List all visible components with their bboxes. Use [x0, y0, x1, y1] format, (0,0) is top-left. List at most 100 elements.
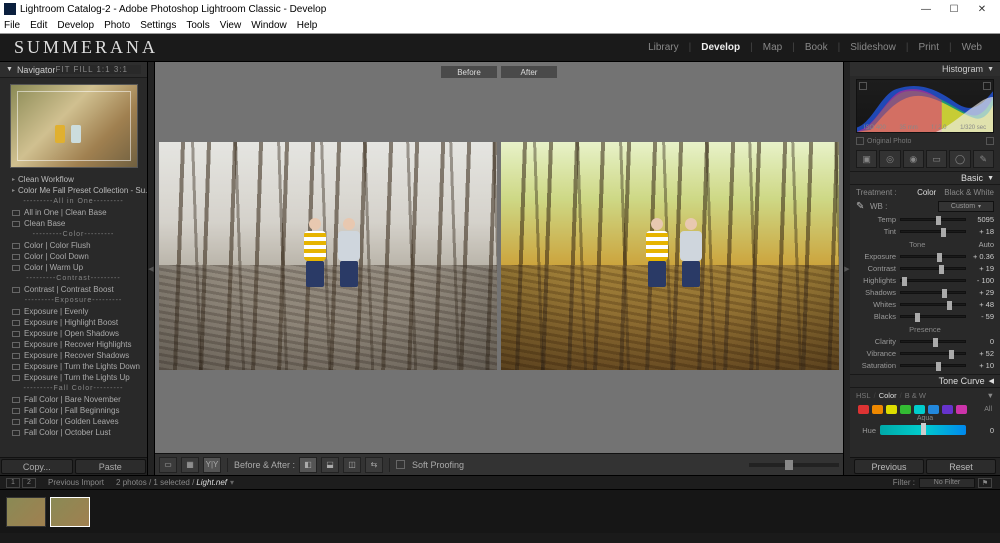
menu-view[interactable]: View [220, 20, 242, 31]
hsl-color-swatch[interactable] [928, 405, 939, 414]
preset-item[interactable]: Exposure | Turn the Lights Down [0, 361, 147, 372]
contrast-slider[interactable]: Contrast+ 19 [850, 262, 1000, 274]
shadows-slider[interactable]: Shadows+ 29 [850, 286, 1000, 298]
redeye-tool-button[interactable]: ◉ [903, 150, 924, 168]
hsl-color-swatch[interactable] [942, 405, 953, 414]
wb-eyedropper-icon[interactable]: ✎ [856, 201, 866, 212]
menu-edit[interactable]: Edit [30, 20, 47, 31]
histogram-display[interactable]: ISO 40035 mm f / 2.01/320 sec [856, 79, 994, 133]
hsl-tab-bw[interactable]: B & W [905, 391, 926, 403]
filmstrip-thumbnail-selected[interactable] [50, 497, 90, 527]
preset-item[interactable]: Exposure | Evenly [0, 306, 147, 317]
preset-item[interactable]: Fall Color | Bare November [0, 394, 147, 405]
loupe-view-button[interactable]: ▭ [159, 457, 177, 473]
menu-help[interactable]: Help [297, 20, 318, 31]
preset-item[interactable]: Fall Color | Golden Leaves [0, 416, 147, 427]
preset-folder[interactable]: ▸Color Me Fall Preset Collection - Su... [0, 185, 147, 196]
original-photo-checkbox[interactable] [856, 137, 864, 145]
hsl-color-swatch[interactable] [900, 405, 911, 414]
tint-slider[interactable]: Tint+ 18 [850, 225, 1000, 237]
module-slideshow[interactable]: Slideshow [846, 42, 900, 53]
after-photo[interactable] [501, 142, 839, 370]
module-print[interactable]: Print [914, 42, 943, 53]
hsl-color-swatch[interactable] [956, 405, 967, 414]
clarity-slider[interactable]: Clarity0 [850, 335, 1000, 347]
ba-split-button[interactable]: ◫ [343, 457, 361, 473]
module-map[interactable]: Map [759, 42, 786, 53]
hsl-color-swatch[interactable] [858, 405, 869, 414]
histogram-header[interactable]: Histogram ▼ [850, 62, 1000, 76]
hsl-tab-hsl[interactable]: HSL [856, 391, 871, 403]
hue-slider[interactable] [880, 425, 966, 435]
preset-item[interactable]: Exposure | Turn the Lights Up [0, 372, 147, 383]
preset-item[interactable]: Color | Warm Up [0, 262, 147, 273]
treatment-bw[interactable]: Black & White [944, 188, 994, 197]
source-label[interactable]: Previous Import [48, 478, 104, 487]
copy-button[interactable]: Copy... [1, 459, 73, 474]
menu-develop[interactable]: Develop [57, 20, 94, 31]
preset-item[interactable]: Contrast | Contrast Boost [0, 284, 147, 295]
saturation-slider[interactable]: Saturation+ 10 [850, 359, 1000, 371]
previous-button[interactable]: Previous [854, 459, 924, 474]
reset-button[interactable]: Reset [926, 459, 996, 474]
filmstrip[interactable] [0, 489, 1000, 533]
wb-dropdown[interactable]: Custom ▾ [938, 201, 994, 212]
window-minimize-button[interactable]: — [912, 4, 940, 15]
grid-view-button[interactable]: ▦ [181, 457, 199, 473]
ba-swap-button[interactable]: ⇆ [365, 457, 383, 473]
preset-item[interactable]: Fall Color | Fall Beginnings [0, 405, 147, 416]
blacks-slider[interactable]: Blacks- 59 [850, 310, 1000, 322]
whites-slider[interactable]: Whites+ 48 [850, 298, 1000, 310]
auto-tone-button[interactable]: Auto [979, 240, 994, 249]
module-book[interactable]: Book [801, 42, 832, 53]
preset-item[interactable]: All in One | Clean Base [0, 207, 147, 218]
menu-file[interactable]: File [4, 20, 20, 31]
navigator-header[interactable]: ▼ Navigator FIT FILL 1:1 3:1 [0, 62, 147, 78]
ba-topbottom-button[interactable]: ⬓ [321, 457, 339, 473]
tone-curve-header[interactable]: Tone Curve◀ [850, 374, 1000, 388]
module-library[interactable]: Library [644, 42, 683, 53]
menu-photo[interactable]: Photo [104, 20, 130, 31]
filter-dropdown[interactable]: No Filter [919, 478, 975, 488]
preset-folder[interactable]: ▸Clean Workflow [0, 174, 147, 185]
filter-lock-icon[interactable]: ⚑ [978, 478, 992, 488]
hsl-color-swatch[interactable] [886, 405, 897, 414]
menu-settings[interactable]: Settings [140, 20, 176, 31]
thumbnail-size-slider[interactable] [749, 463, 839, 467]
crop-tool-button[interactable]: ▣ [856, 150, 877, 168]
brush-tool-button[interactable]: ✎ [973, 150, 994, 168]
vibrance-slider[interactable]: Vibrance+ 52 [850, 347, 1000, 359]
window-maximize-button[interactable]: ☐ [940, 4, 968, 15]
hsl-all-button[interactable]: All [984, 406, 992, 413]
radial-tool-button[interactable]: ◯ [949, 150, 970, 168]
preset-item[interactable]: Exposure | Open Shadows [0, 328, 147, 339]
menu-window[interactable]: Window [251, 20, 287, 31]
preset-item[interactable]: Fall Color | October Lust [0, 427, 147, 438]
preset-item[interactable]: Exposure | Highlight Boost [0, 317, 147, 328]
filmstrip-thumbnail[interactable] [6, 497, 46, 527]
preset-item[interactable]: Clean Base [0, 218, 147, 229]
hsl-color-swatch[interactable] [914, 405, 925, 414]
temp-slider[interactable]: Temp5095 [850, 213, 1000, 225]
hsl-color-swatch[interactable] [872, 405, 883, 414]
gradient-tool-button[interactable]: ▭ [926, 150, 947, 168]
menu-tools[interactable]: Tools [186, 20, 209, 31]
hsl-tab-color[interactable]: Color [879, 391, 897, 403]
preset-item[interactable]: Color | Color Flush [0, 240, 147, 251]
navigator-thumbnail[interactable] [10, 84, 138, 168]
before-photo[interactable] [159, 142, 497, 370]
window-close-button[interactable]: ✕ [968, 4, 996, 15]
spot-tool-button[interactable]: ◎ [879, 150, 900, 168]
paste-button[interactable]: Paste [75, 459, 147, 474]
preset-item[interactable]: Color | Cool Down [0, 251, 147, 262]
ba-leftright-button[interactable]: ◧ [299, 457, 317, 473]
treatment-color[interactable]: Color [917, 188, 936, 197]
basic-panel-header[interactable]: Basic▼ [850, 171, 1000, 185]
preset-item[interactable]: Exposure | Recover Shadows [0, 350, 147, 361]
navigator-zoom-modes[interactable]: FIT FILL 1:1 3:1 [55, 65, 141, 74]
panel-switch-icon[interactable] [986, 137, 994, 145]
exposure-slider[interactable]: Exposure+ 0.36 [850, 250, 1000, 262]
preset-item[interactable]: Exposure | Recover Highlights [0, 339, 147, 350]
module-develop[interactable]: Develop [697, 42, 744, 53]
module-web[interactable]: Web [958, 42, 986, 53]
